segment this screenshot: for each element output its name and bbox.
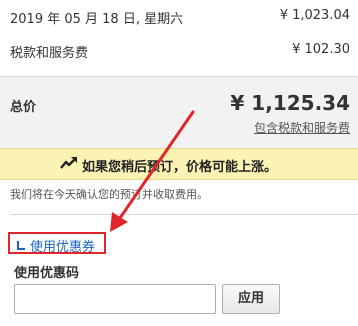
price-warning-text: 如果您稍后预订，价格可能上涨。	[82, 160, 278, 175]
use-coupon-link[interactable]: 使用优惠券	[8, 232, 106, 255]
corner-down-icon	[17, 241, 25, 250]
price-warning-banner: 如果您稍后预订，价格可能上涨。	[0, 148, 358, 180]
tax-label: 税款和服务费	[10, 46, 89, 61]
total-label: 总价	[10, 100, 37, 115]
date-label: 2019 年 05 月 18 日, 星期六	[10, 12, 184, 27]
trending-up-icon	[60, 157, 77, 169]
coupon-code-input[interactable]	[14, 284, 216, 314]
tax-amount: ¥ 102.30	[292, 42, 350, 57]
date-amount: ¥ 1,023.04	[279, 8, 350, 23]
use-coupon-link-content[interactable]: 使用优惠券	[16, 236, 95, 255]
coupon-code-label: 使用优惠码	[14, 266, 80, 281]
charge-note: 我们将在今天确认您的预订并收取费用。	[10, 188, 208, 201]
tax-row: 税款和服务费 ¥ 102.30	[0, 32, 358, 70]
total-box: 总价 ¥ 1,125.34 包含税款和服务费	[0, 76, 358, 149]
divider	[10, 214, 358, 215]
total-amount: ¥ 1,125.34	[230, 91, 350, 115]
date-row: 2019 年 05 月 18 日, 星期六 ¥ 1,023.04	[0, 0, 358, 32]
use-coupon-label: 使用优惠券	[30, 240, 96, 255]
apply-button[interactable]: 应用	[222, 284, 280, 314]
taxes-included-link[interactable]: 包含税款和服务费	[254, 119, 350, 136]
